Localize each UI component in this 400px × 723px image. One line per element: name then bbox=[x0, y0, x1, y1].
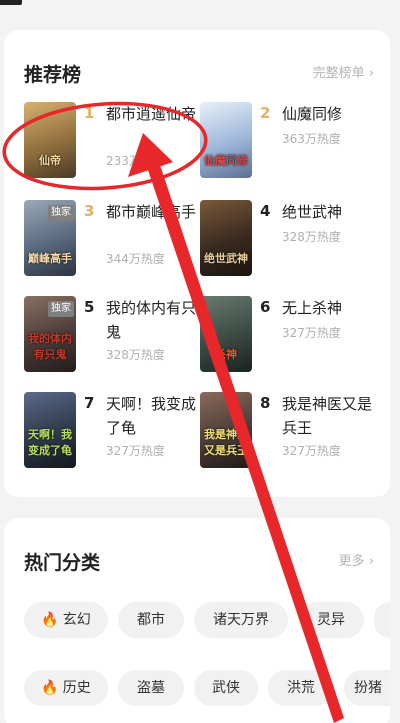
book-title[interactable]: 我的体内有只鬼 bbox=[106, 296, 206, 344]
chip-label: 都市 bbox=[137, 612, 165, 628]
flame-icon: 🔥 bbox=[41, 612, 59, 628]
book-title[interactable]: 仙魔同修 bbox=[282, 102, 382, 126]
book-title[interactable]: 都市逍遥仙帝 bbox=[106, 102, 206, 126]
category-chip-overflow[interactable] bbox=[374, 602, 390, 638]
exclusive-badge: 独家 bbox=[48, 205, 74, 221]
rank-number: 4 bbox=[260, 202, 271, 220]
book-cover[interactable]: 我是神医又是兵王 bbox=[200, 392, 252, 468]
chip-label: 诸天万界 bbox=[213, 612, 269, 628]
full-list-link[interactable]: 完整榜单 › bbox=[313, 62, 374, 81]
rank-number: 6 bbox=[260, 298, 271, 316]
rank-number: 3 bbox=[84, 202, 95, 220]
cover-title: 我是神医又是兵王 bbox=[204, 428, 248, 457]
cover-title: 仙魔同修 bbox=[204, 154, 248, 167]
book-heat: 344万热度 bbox=[106, 252, 165, 266]
category-chip-daomu[interactable]: 盗墓 bbox=[118, 670, 184, 706]
rank-number: 7 bbox=[84, 394, 95, 412]
category-chip-honghuang[interactable]: 洪荒 bbox=[268, 670, 334, 706]
category-chip-wuxia[interactable]: 武侠 bbox=[194, 670, 258, 706]
book-heat: 327万热度 bbox=[282, 444, 341, 458]
flame-icon: 🔥 bbox=[41, 680, 59, 696]
recommend-title: 推荐榜 bbox=[24, 64, 82, 86]
book-item-7[interactable]: 天啊！我变成了龟 7 天啊！我变成了龟 327万热度 bbox=[24, 392, 210, 472]
more-categories-link[interactable]: 更多 › bbox=[339, 550, 374, 569]
book-item-5[interactable]: 独家 我的体内有只鬼 5 我的体内有只鬼 328万热度 bbox=[24, 296, 210, 376]
categories-title: 热门分类 bbox=[24, 552, 101, 574]
chip-label: 盗墓 bbox=[137, 680, 165, 696]
book-heat: 328万热度 bbox=[282, 230, 341, 244]
category-chip-zhutianwanjie[interactable]: 诸天万界 bbox=[194, 602, 288, 638]
book-cover[interactable]: 绝世武神 bbox=[200, 200, 252, 276]
book-item-6[interactable]: 杀神 6 无上杀神 327万热度 bbox=[200, 296, 386, 376]
rank-number: 2 bbox=[260, 104, 271, 122]
chip-label: 扮猪 bbox=[354, 680, 382, 696]
book-title[interactable]: 绝世武神 bbox=[282, 200, 382, 224]
category-chip-xuanhuan[interactable]: 🔥 玄幻 bbox=[24, 602, 108, 638]
book-heat: 233万热度 bbox=[106, 154, 165, 168]
book-cover[interactable]: 天啊！我变成了龟 bbox=[24, 392, 76, 468]
chip-label: 玄幻 bbox=[62, 612, 91, 628]
book-heat: 327万热度 bbox=[282, 326, 341, 340]
exclusive-badge: 独家 bbox=[48, 301, 74, 317]
book-heat: 327万热度 bbox=[106, 444, 165, 458]
book-cover[interactable]: 杀神 bbox=[200, 296, 252, 372]
rank-number: 1 bbox=[84, 104, 95, 122]
category-chip-dushi[interactable]: 都市 bbox=[118, 602, 184, 638]
book-item-4[interactable]: 绝世武神 4 绝世武神 328万热度 bbox=[200, 200, 386, 280]
book-title[interactable]: 都市巅峰高手 bbox=[106, 200, 206, 224]
category-chip-lingyi[interactable]: 灵异 bbox=[298, 602, 364, 638]
book-title[interactable]: 天啊！我变成了龟 bbox=[106, 392, 206, 440]
rank-number: 8 bbox=[260, 394, 271, 412]
book-cover[interactable]: 独家 巅峰高手 bbox=[24, 200, 76, 276]
categories-card: 热门分类 更多 › 🔥 玄幻 都市 诸天万界 灵异 🔥 历史 盗墓 武侠 洪荒 扮猪 bbox=[4, 518, 390, 723]
category-chip-banzhu[interactable]: 扮猪 bbox=[344, 670, 390, 706]
cover-title: 天啊！我变成了龟 bbox=[28, 428, 72, 457]
book-cover[interactable]: 仙帝 bbox=[24, 102, 76, 178]
cover-title: 仙帝 bbox=[39, 154, 61, 167]
chip-label: 洪荒 bbox=[287, 680, 315, 696]
book-item-3[interactable]: 独家 巅峰高手 3 都市巅峰高手 344万热度 bbox=[24, 200, 210, 280]
book-heat: 328万热度 bbox=[106, 348, 165, 362]
chip-label: 灵异 bbox=[317, 612, 345, 628]
cover-title: 我的体内有只鬼 bbox=[28, 332, 72, 361]
rank-number: 5 bbox=[84, 298, 95, 316]
recommend-card: 推荐榜 完整榜单 › 仙帝 1 都市逍遥仙帝 233万热度 仙魔同修 2 仙魔同… bbox=[4, 30, 390, 497]
book-item-2[interactable]: 仙魔同修 2 仙魔同修 363万热度 bbox=[200, 102, 386, 182]
cover-title: 杀神 bbox=[215, 348, 237, 361]
chip-label: 历史 bbox=[62, 680, 91, 696]
book-heat: 363万热度 bbox=[282, 132, 341, 146]
book-item-8[interactable]: 我是神医又是兵王 8 我是神医又是兵王 327万热度 bbox=[200, 392, 386, 472]
book-title[interactable]: 我是神医又是兵王 bbox=[282, 392, 382, 440]
book-item-1[interactable]: 仙帝 1 都市逍遥仙帝 233万热度 bbox=[24, 102, 210, 182]
book-cover[interactable]: 仙魔同修 bbox=[200, 102, 252, 178]
book-title[interactable]: 无上杀神 bbox=[282, 296, 382, 320]
cover-title: 绝世武神 bbox=[204, 252, 248, 265]
chip-label: 武侠 bbox=[212, 680, 240, 696]
category-chip-lishi[interactable]: 🔥 历史 bbox=[24, 670, 108, 706]
cover-title: 巅峰高手 bbox=[28, 252, 72, 265]
status-bar-fragment bbox=[0, 0, 22, 5]
book-cover[interactable]: 独家 我的体内有只鬼 bbox=[24, 296, 76, 372]
